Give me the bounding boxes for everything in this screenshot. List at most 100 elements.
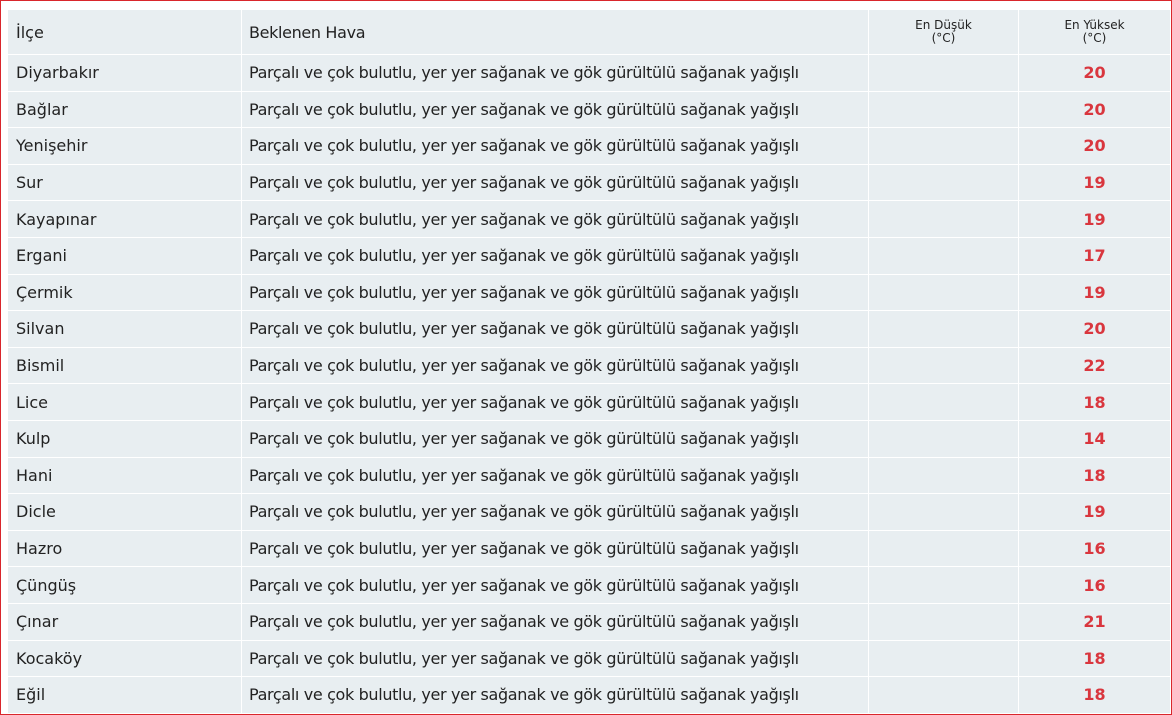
weather-description: Parçalı ve çok bulutlu, yer yer sağanak …	[242, 201, 869, 238]
max-temp-value: 19	[1019, 274, 1171, 312]
max-temp-value: 19	[1019, 201, 1171, 238]
table-row: Kulp Parçalı ve çok bulutlu, yer yer sağa…	[8, 420, 1171, 458]
header-expected-weather: Beklenen Hava	[242, 10, 869, 55]
min-temp-value	[869, 494, 1019, 531]
table-row: Bismil Parçalı ve çok bulutlu, yer yer sa…	[8, 347, 1171, 385]
weather-description: Parçalı ve çok bulutlu, yer yer sağanak …	[242, 274, 869, 312]
min-temp-value	[869, 530, 1019, 568]
table-body: Diyarbakır Parçalı ve çok bulutlu, yer ye…	[8, 55, 1171, 714]
max-temp-value: 17	[1019, 237, 1171, 275]
district-name: Çermik	[8, 274, 242, 312]
weather-description: Parçalı ve çok bulutlu, yer yer sağanak …	[242, 91, 869, 129]
min-temp-value	[869, 55, 1019, 92]
table-row: Lice Parçalı ve çok bulutlu, yer yer sağa…	[8, 384, 1171, 421]
header-max-temp-unit: (°C)	[1082, 31, 1107, 45]
min-temp-value	[869, 677, 1019, 714]
table-row: Dicle Parçalı ve çok bulutlu, yer yer sağ…	[8, 494, 1171, 531]
weather-description: Parçalı ve çok bulutlu, yer yer sağanak …	[242, 164, 869, 202]
min-temp-value	[869, 128, 1019, 165]
header-row: İlçe Beklenen Hava En Düşük (°C) En Yüks…	[8, 10, 1171, 55]
table-row: Bağlar Parçalı ve çok bulutlu, yer yer sa…	[8, 91, 1171, 129]
table-row: Silvan Parçalı ve çok bulutlu, yer yer sa…	[8, 311, 1171, 348]
header-max-temp: En Yüksek (°C)	[1019, 10, 1171, 55]
district-name: Dicle	[8, 494, 242, 531]
district-name: Çınar	[8, 603, 242, 641]
weather-description: Parçalı ve çok bulutlu, yer yer sağanak …	[242, 55, 869, 92]
table-row: Diyarbakır Parçalı ve çok bulutlu, yer ye…	[8, 55, 1171, 92]
district-name: Bismil	[8, 347, 242, 385]
weather-description: Parçalı ve çok bulutlu, yer yer sağanak …	[242, 530, 869, 568]
table-header: İlçe Beklenen Hava En Düşük (°C) En Yüks…	[8, 10, 1171, 55]
min-temp-value	[869, 237, 1019, 275]
table-row: Sur Parçalı ve çok bulutlu, yer yer sağan…	[8, 164, 1171, 202]
table-row: Hani Parçalı ve çok bulutlu, yer yer sağa…	[8, 457, 1171, 495]
min-temp-value	[869, 384, 1019, 421]
weather-description: Parçalı ve çok bulutlu, yer yer sağanak …	[242, 237, 869, 275]
max-temp-value: 16	[1019, 530, 1171, 568]
min-temp-value	[869, 457, 1019, 495]
table-row: Hazro Parçalı ve çok bulutlu, yer yer sağ…	[8, 530, 1171, 568]
district-forecast-table: İlçe Beklenen Hava En Düşük (°C) En Yüks…	[8, 10, 1171, 714]
min-temp-value	[869, 420, 1019, 458]
weather-description: Parçalı ve çok bulutlu, yer yer sağanak …	[242, 494, 869, 531]
header-district: İlçe	[8, 10, 242, 55]
district-name: Hani	[8, 457, 242, 495]
min-temp-value	[869, 311, 1019, 348]
max-temp-value: 14	[1019, 420, 1171, 458]
district-name: Kocaköy	[8, 640, 242, 678]
min-temp-value	[869, 640, 1019, 678]
min-temp-value	[869, 347, 1019, 385]
table-row: Çüngüş Parçalı ve çok bulutlu, yer yer sa…	[8, 567, 1171, 604]
min-temp-value	[869, 603, 1019, 641]
weather-description: Parçalı ve çok bulutlu, yer yer sağanak …	[242, 677, 869, 714]
max-temp-value: 18	[1019, 677, 1171, 714]
min-temp-value	[869, 91, 1019, 129]
min-temp-value	[869, 164, 1019, 202]
district-name: Bağlar	[8, 91, 242, 129]
weather-description: Parçalı ve çok bulutlu, yer yer sağanak …	[242, 603, 869, 641]
table-row: Kayapınar Parçalı ve çok bulutlu, yer yer…	[8, 201, 1171, 238]
max-temp-value: 20	[1019, 128, 1171, 165]
table-row: Eğil Parçalı ve çok bulutlu, yer yer sağa…	[8, 677, 1171, 714]
weather-description: Parçalı ve çok bulutlu, yer yer sağanak …	[242, 384, 869, 421]
district-name: Ergani	[8, 237, 242, 275]
max-temp-value: 20	[1019, 311, 1171, 348]
max-temp-value: 19	[1019, 494, 1171, 531]
district-name: Lice	[8, 384, 242, 421]
district-name: Hazro	[8, 530, 242, 568]
district-name: Yenişehir	[8, 128, 242, 165]
weather-description: Parçalı ve çok bulutlu, yer yer sağanak …	[242, 347, 869, 385]
weather-description: Parçalı ve çok bulutlu, yer yer sağanak …	[242, 640, 869, 678]
header-min-temp-unit: (°C)	[931, 31, 956, 45]
max-temp-value: 22	[1019, 347, 1171, 385]
district-name: Çüngüş	[8, 567, 242, 604]
min-temp-value	[869, 274, 1019, 312]
district-name: Diyarbakır	[8, 55, 242, 92]
weather-description: Parçalı ve çok bulutlu, yer yer sağanak …	[242, 457, 869, 495]
table-row: Çınar Parçalı ve çok bulutlu, yer yer sağ…	[8, 603, 1171, 641]
table-row: Ergani Parçalı ve çok bulutlu, yer yer sa…	[8, 237, 1171, 275]
forecast-panel: İlçe Beklenen Hava En Düşük (°C) En Yüks…	[0, 0, 1172, 715]
min-temp-value	[869, 201, 1019, 238]
min-temp-value	[869, 567, 1019, 604]
max-temp-value: 18	[1019, 457, 1171, 495]
max-temp-value: 16	[1019, 567, 1171, 604]
table-row: Kocaköy Parçalı ve çok bulutlu, yer yer s…	[8, 640, 1171, 678]
table-row: Çermik Parçalı ve çok bulutlu, yer yer sa…	[8, 274, 1171, 312]
district-name: Kayapınar	[8, 201, 242, 238]
table-row: Yenişehir Parçalı ve çok bulutlu, yer yer…	[8, 128, 1171, 165]
max-temp-value: 20	[1019, 55, 1171, 92]
district-name: Sur	[8, 164, 242, 202]
weather-description: Parçalı ve çok bulutlu, yer yer sağanak …	[242, 567, 869, 604]
max-temp-value: 21	[1019, 603, 1171, 641]
weather-description: Parçalı ve çok bulutlu, yer yer sağanak …	[242, 420, 869, 458]
max-temp-value: 18	[1019, 384, 1171, 421]
weather-description: Parçalı ve çok bulutlu, yer yer sağanak …	[242, 311, 869, 348]
district-name: Eğil	[8, 677, 242, 714]
header-min-temp: En Düşük (°C)	[869, 10, 1019, 55]
max-temp-value: 18	[1019, 640, 1171, 678]
weather-description: Parçalı ve çok bulutlu, yer yer sağanak …	[242, 128, 869, 165]
max-temp-value: 19	[1019, 164, 1171, 202]
max-temp-value: 20	[1019, 91, 1171, 129]
district-name: Kulp	[8, 420, 242, 458]
